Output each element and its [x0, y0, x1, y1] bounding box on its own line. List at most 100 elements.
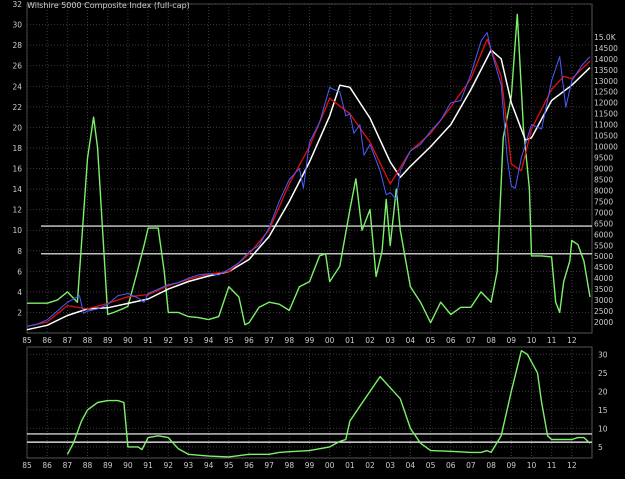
y-tick-label: 5: [598, 443, 603, 452]
x-tick-label: 07: [466, 336, 476, 345]
x-tick-label: 04: [406, 461, 416, 470]
right-y-tick-label: 14500: [594, 44, 618, 53]
x-tick-label: 12: [567, 336, 577, 345]
left-y-tick-label: 22: [12, 103, 22, 112]
x-tick-label: 85: [22, 336, 32, 345]
left-y-tick-label: 14: [12, 185, 22, 194]
x-tick-label: 09: [507, 461, 517, 470]
y-tick-label: 15: [598, 406, 608, 415]
right-y-tick-label: 7000: [594, 208, 613, 217]
left-y-tick-label: 26: [12, 62, 22, 71]
y-tick-label: 25: [598, 369, 608, 378]
left-y-tick-label: 2: [17, 308, 22, 317]
x-tick-label: 06: [446, 336, 456, 345]
x-tick-label: 87: [63, 336, 73, 345]
right-y-tick-label: 2000: [594, 318, 613, 327]
right-y-tick-label: 5000: [594, 252, 613, 261]
x-tick-label: 03: [385, 336, 395, 345]
left-y-tick-label: 30: [12, 21, 22, 30]
x-tick-label: 04: [406, 336, 416, 345]
x-tick-label: 00: [325, 461, 335, 470]
right-y-tick-label: 12500: [594, 88, 618, 97]
y-tick-label: 10: [598, 424, 608, 433]
x-tick-label: 91: [143, 461, 153, 470]
right-y-tick-label: 6000: [594, 230, 613, 239]
right-y-tick-label: 2500: [594, 307, 613, 316]
x-tick-label: 98: [285, 336, 295, 345]
x-tick-label: 95: [224, 461, 234, 470]
x-tick-label: 10: [527, 461, 537, 470]
right-y-tick-label: 8500: [594, 175, 613, 184]
x-tick-label: 95: [224, 336, 234, 345]
x-tick-label: 00: [325, 336, 335, 345]
left-y-tick-label: 20: [12, 123, 22, 132]
x-tick-label: 90: [123, 461, 133, 470]
x-tick-label: 99: [305, 336, 315, 345]
y-tick-label: 20: [598, 387, 608, 396]
right-y-tick-label: 4000: [594, 274, 613, 283]
x-tick-label: 12: [567, 461, 577, 470]
x-tick-label: 89: [103, 336, 113, 345]
x-tick-label: 88: [83, 336, 93, 345]
x-tick-label: 05: [426, 461, 436, 470]
left-y-tick-label: 8: [17, 247, 22, 256]
chart-container: 85 86 87 88 89 90 91 92 93 94 95 96 97 98 99 00 01 02 03 04…: [0, 0, 625, 474]
x-tick-label: 86: [42, 461, 52, 470]
x-tick-label: 09: [507, 336, 517, 345]
x-tick-label: 11: [547, 461, 557, 470]
x-tick-label: 89: [103, 461, 113, 470]
right-y-tick-label: 15.0K: [594, 33, 617, 42]
left-y-tick-label: 4: [17, 288, 22, 297]
right-y-tick-label: 12000: [594, 99, 618, 108]
right-y-tick-label: 10500: [594, 132, 618, 141]
right-y-tick-label: 3500: [594, 285, 613, 294]
x-tick-label: 87: [63, 461, 73, 470]
left-y-tick-label: 24: [12, 82, 22, 91]
x-tick-label: 97: [264, 336, 274, 345]
right-y-tick-label: 3000: [594, 296, 613, 305]
x-tick-label: 96: [244, 461, 254, 470]
right-y-tick-label: 9500: [594, 154, 613, 163]
right-y-tick-label: 7500: [594, 197, 613, 206]
x-tick-label: 94: [204, 336, 214, 345]
left-y-tick-label: 10: [12, 226, 22, 235]
right-y-tick-label: 10000: [594, 143, 618, 152]
x-tick-label: 05: [426, 336, 436, 345]
x-tick-label: 10: [527, 336, 537, 345]
y-tick-label: 30: [598, 350, 608, 359]
x-tick-label: 91: [143, 336, 153, 345]
x-tick-label: 97: [264, 461, 274, 470]
x-tick-label: 08: [486, 461, 496, 470]
chart-title: Wilshire 5000 Composite Index (full-cap): [27, 1, 190, 10]
x-tick-label: 08: [486, 336, 496, 345]
right-y-tick-label: 5500: [594, 241, 613, 250]
left-y-tick-label: 16: [12, 165, 22, 174]
x-tick-label: 92: [163, 336, 173, 345]
x-tick-label: 01: [345, 336, 355, 345]
x-tick-label: 93: [184, 336, 194, 345]
x-tick-label: 96: [244, 336, 254, 345]
right-y-tick-label: 4500: [594, 263, 613, 272]
right-y-tick-label: 14000: [594, 55, 618, 64]
left-y-tick-label: 32: [12, 0, 22, 9]
x-tick-label: 90: [123, 336, 133, 345]
right-y-tick-label: 13500: [594, 66, 618, 75]
x-tick-label: 92: [163, 461, 173, 470]
left-y-tick-label: 28: [12, 41, 22, 50]
right-y-tick-label: 13000: [594, 77, 618, 86]
right-y-tick-label: 11500: [594, 110, 618, 119]
x-tick-label: 93: [184, 461, 194, 470]
x-tick-label: 94: [204, 461, 214, 470]
right-y-tick-label: 6500: [594, 219, 613, 228]
x-tick-label: 85: [22, 461, 32, 470]
x-tick-label: 02: [365, 461, 375, 470]
right-y-tick-label: 9000: [594, 165, 613, 174]
right-y-tick-label: 11000: [594, 121, 618, 130]
x-tick-label: 03: [385, 461, 395, 470]
x-tick-label: 98: [285, 461, 295, 470]
x-tick-label: 07: [466, 461, 476, 470]
x-tick-label: 99: [305, 461, 315, 470]
chart-svg: 85 86 87 88 89 90 91 92 93 94 95 96 97 98 99 00 01 02 03 04…: [0, 0, 625, 474]
x-tick-label: 01: [345, 461, 355, 470]
left-y-tick-label: 18: [12, 144, 22, 153]
